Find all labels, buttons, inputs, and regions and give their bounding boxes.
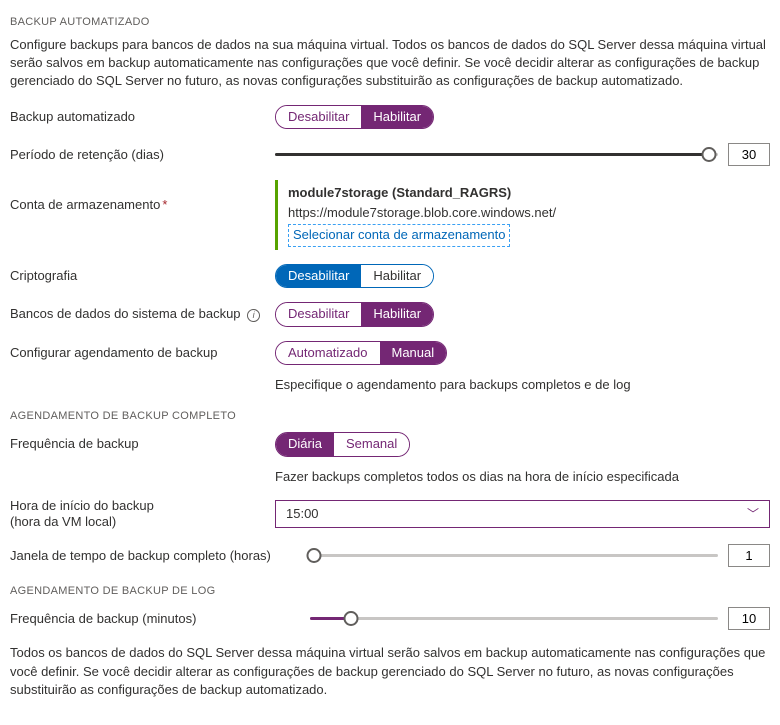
- encryption-toggle[interactable]: Desabilitar Habilitar: [275, 264, 434, 289]
- info-icon[interactable]: i: [247, 309, 260, 322]
- frequency-daily[interactable]: Diária: [276, 433, 334, 456]
- log-freq-slider[interactable]: [310, 610, 718, 628]
- frequency-label: Frequência de backup: [10, 432, 275, 452]
- storage-url: https://module7storage.blob.core.windows…: [288, 203, 556, 223]
- encryption-disable[interactable]: Desabilitar: [276, 265, 361, 288]
- auto-backup-enable[interactable]: Habilitar: [361, 106, 433, 129]
- window-slider[interactable]: [310, 547, 718, 565]
- full-backup-section-title: AGENDAMENTO DE BACKUP COMPLETO: [10, 410, 770, 422]
- select-storage-link[interactable]: Selecionar conta de armazenamento: [288, 224, 510, 246]
- schedule-manual[interactable]: Manual: [380, 342, 447, 365]
- encryption-label: Criptografia: [10, 268, 275, 284]
- systemdb-label: Bancos de dados do sistema de backup i: [10, 306, 275, 322]
- auto-backup-disable[interactable]: Desabilitar: [276, 106, 361, 129]
- chevron-down-icon: ﹀: [747, 505, 759, 522]
- log-freq-input[interactable]: [728, 607, 770, 630]
- retention-label: Período de retenção (dias): [10, 147, 275, 163]
- section-title: BACKUP AUTOMATIZADO: [10, 16, 770, 28]
- schedule-helper: Especifique o agendamento para backups c…: [275, 377, 631, 392]
- start-time-label: Hora de início do backup (hora da VM loc…: [10, 498, 275, 531]
- schedule-toggle[interactable]: Automatizado Manual: [275, 341, 447, 366]
- encryption-enable[interactable]: Habilitar: [361, 265, 433, 288]
- frequency-toggle[interactable]: Diária Semanal: [275, 432, 410, 457]
- log-backup-section-title: AGENDAMENTO DE BACKUP DE LOG: [10, 585, 770, 597]
- auto-backup-label: Backup automatizado: [10, 109, 275, 125]
- schedule-auto[interactable]: Automatizado: [276, 342, 380, 365]
- log-freq-label: Frequência de backup (minutos): [10, 611, 310, 627]
- frequency-helper: Fazer backups completos todos os dias na…: [275, 469, 679, 484]
- retention-slider[interactable]: [275, 146, 718, 164]
- start-time-select[interactable]: 15:00 ﹀: [275, 500, 770, 528]
- systemdb-disable[interactable]: Desabilitar: [276, 303, 361, 326]
- start-time-value: 15:00: [286, 506, 319, 521]
- retention-input[interactable]: [728, 143, 770, 166]
- systemdb-enable[interactable]: Habilitar: [361, 303, 433, 326]
- frequency-weekly[interactable]: Semanal: [334, 433, 409, 456]
- section-description: Configure backups para bancos de dados n…: [10, 36, 770, 91]
- systemdb-toggle[interactable]: Desabilitar Habilitar: [275, 302, 434, 327]
- window-input[interactable]: [728, 544, 770, 567]
- window-label: Janela de tempo de backup completo (hora…: [10, 548, 310, 564]
- auto-backup-toggle[interactable]: Desabilitar Habilitar: [275, 105, 434, 130]
- schedule-label: Configurar agendamento de backup: [10, 341, 275, 361]
- storage-block: module7storage (Standard_RAGRS) https://…: [275, 180, 556, 249]
- footer-description: Todos os bancos de dados do SQL Server d…: [10, 644, 770, 699]
- required-star: *: [162, 197, 167, 212]
- storage-label: Conta de armazenamento*: [10, 180, 275, 213]
- storage-name: module7storage (Standard_RAGRS): [288, 183, 556, 203]
